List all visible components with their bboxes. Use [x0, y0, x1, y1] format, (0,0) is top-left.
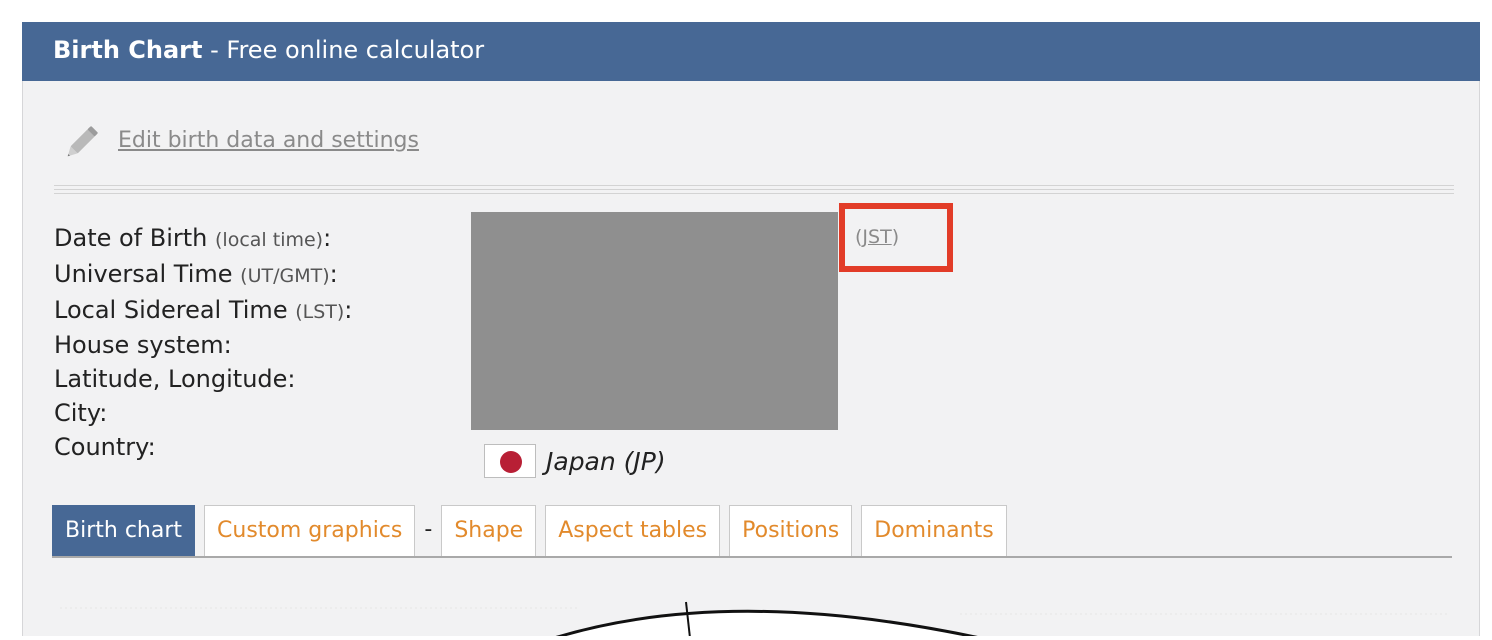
ut-gmt-note: (UT/GMT): [240, 265, 330, 287]
page-header: Birth Chart - Free online calculator: [22, 22, 1480, 81]
country-name: Japan (JP): [546, 446, 666, 476]
tab-shape[interactable]: Shape: [441, 505, 537, 557]
date-of-birth-label: Date of Birth: [54, 224, 208, 252]
universal-time-label-row: Universal Time (UT/GMT):: [54, 256, 352, 292]
universal-time-label: Universal Time: [54, 260, 233, 288]
tab-separator: -: [424, 517, 433, 542]
tabs-underline: [52, 556, 1452, 558]
divider: [54, 185, 1454, 186]
divider: [54, 193, 1454, 194]
paren-close: ): [891, 226, 900, 248]
house-system-label: House system:: [54, 331, 232, 359]
edit-birth-data-link[interactable]: Edit birth data and settings: [118, 128, 419, 153]
city-label: City:: [54, 399, 108, 427]
country-label: Country:: [54, 433, 156, 461]
birth-chart-wheel: [60, 598, 1460, 640]
tab-dominants[interactable]: Dominants: [861, 505, 1007, 557]
japan-flag-icon: [484, 444, 536, 478]
label-colon: :: [344, 296, 353, 324]
tab-aspect-tables[interactable]: Aspect tables: [545, 505, 721, 557]
tab-custom-graphics[interactable]: Custom graphics: [204, 505, 416, 557]
flag-disc: [500, 451, 522, 473]
local-time-note: (local time): [215, 229, 324, 251]
chart-tabs: Birth chart Custom graphics - Shape Aspe…: [52, 505, 1016, 557]
edit-settings-row[interactable]: Edit birth data and settings: [64, 118, 419, 162]
label-colon: :: [329, 260, 338, 288]
divider: [54, 189, 1454, 190]
birth-details-labels: Date of Birth (local time): Universal Ti…: [54, 220, 352, 464]
lat-long-label: Latitude, Longitude:: [54, 365, 296, 393]
timezone-link[interactable]: JST: [862, 226, 891, 248]
timezone-indicator[interactable]: (JST): [855, 226, 899, 248]
sidereal-time-label-row: Local Sidereal Time (LST):: [54, 292, 352, 328]
tab-positions[interactable]: Positions: [729, 505, 853, 557]
tab-birth-chart[interactable]: Birth chart: [52, 505, 196, 557]
pencil-icon: [64, 119, 104, 161]
date-of-birth-label-row: Date of Birth (local time):: [54, 220, 352, 256]
lst-note: (LST): [295, 301, 345, 323]
sidereal-time-label: Local Sidereal Time: [54, 296, 288, 324]
label-colon: :: [323, 224, 332, 252]
page-title: Birth Chart: [53, 36, 203, 64]
country-value: Japan (JP): [484, 444, 666, 478]
redacted-values-block: [471, 212, 838, 430]
page-subtitle: - Free online calculator: [202, 36, 485, 64]
